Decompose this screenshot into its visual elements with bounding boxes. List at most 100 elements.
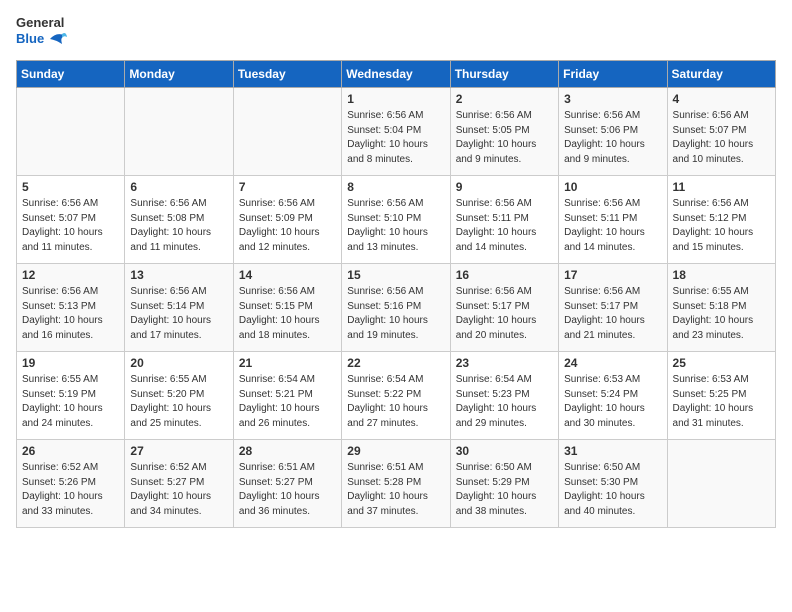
day-info: Sunrise: 6:56 AM Sunset: 5:05 PM Dayligh… (456, 109, 553, 167)
logo-general: General (16, 16, 68, 30)
day-number: 4 (673, 92, 770, 106)
day-info: Sunrise: 6:54 AM Sunset: 5:21 PM Dayligh… (239, 373, 336, 431)
day-info: Sunrise: 6:52 AM Sunset: 5:26 PM Dayligh… (22, 461, 119, 519)
calendar-cell: 2 Sunrise: 6:56 AM Sunset: 5:05 PM Dayli… (450, 88, 558, 176)
day-info: Sunrise: 6:56 AM Sunset: 5:10 PM Dayligh… (347, 197, 444, 255)
calendar-cell: 27 Sunrise: 6:52 AM Sunset: 5:27 PM Dayl… (125, 440, 233, 528)
logo-blue: Blue (16, 30, 68, 48)
day-info: Sunrise: 6:55 AM Sunset: 5:19 PM Dayligh… (22, 373, 119, 431)
day-number: 27 (130, 444, 227, 458)
calendar-cell: 24 Sunrise: 6:53 AM Sunset: 5:24 PM Dayl… (559, 352, 667, 440)
calendar-cell: 5 Sunrise: 6:56 AM Sunset: 5:07 PM Dayli… (17, 176, 125, 264)
day-number: 23 (456, 356, 553, 370)
weekday-header-row: SundayMondayTuesdayWednesdayThursdayFrid… (17, 61, 776, 88)
week-row-2: 5 Sunrise: 6:56 AM Sunset: 5:07 PM Dayli… (17, 176, 776, 264)
day-info: Sunrise: 6:54 AM Sunset: 5:22 PM Dayligh… (347, 373, 444, 431)
calendar-cell: 25 Sunrise: 6:53 AM Sunset: 5:25 PM Dayl… (667, 352, 775, 440)
calendar-cell: 8 Sunrise: 6:56 AM Sunset: 5:10 PM Dayli… (342, 176, 450, 264)
day-info: Sunrise: 6:51 AM Sunset: 5:27 PM Dayligh… (239, 461, 336, 519)
day-number: 7 (239, 180, 336, 194)
day-number: 31 (564, 444, 661, 458)
day-number: 12 (22, 268, 119, 282)
day-info: Sunrise: 6:56 AM Sunset: 5:06 PM Dayligh… (564, 109, 661, 167)
day-number: 5 (22, 180, 119, 194)
day-info: Sunrise: 6:56 AM Sunset: 5:07 PM Dayligh… (673, 109, 770, 167)
day-number: 20 (130, 356, 227, 370)
day-number: 10 (564, 180, 661, 194)
calendar-cell: 17 Sunrise: 6:56 AM Sunset: 5:17 PM Dayl… (559, 264, 667, 352)
day-info: Sunrise: 6:56 AM Sunset: 5:07 PM Dayligh… (22, 197, 119, 255)
day-number: 2 (456, 92, 553, 106)
day-info: Sunrise: 6:56 AM Sunset: 5:08 PM Dayligh… (130, 197, 227, 255)
calendar-cell: 16 Sunrise: 6:56 AM Sunset: 5:17 PM Dayl… (450, 264, 558, 352)
day-number: 22 (347, 356, 444, 370)
calendar-table: SundayMondayTuesdayWednesdayThursdayFrid… (16, 60, 776, 528)
calendar-cell: 4 Sunrise: 6:56 AM Sunset: 5:07 PM Dayli… (667, 88, 775, 176)
weekday-header-saturday: Saturday (667, 61, 775, 88)
day-number: 11 (673, 180, 770, 194)
calendar-cell: 14 Sunrise: 6:56 AM Sunset: 5:15 PM Dayl… (233, 264, 341, 352)
day-info: Sunrise: 6:55 AM Sunset: 5:20 PM Dayligh… (130, 373, 227, 431)
day-number: 15 (347, 268, 444, 282)
day-info: Sunrise: 6:56 AM Sunset: 5:15 PM Dayligh… (239, 285, 336, 343)
calendar-cell: 12 Sunrise: 6:56 AM Sunset: 5:13 PM Dayl… (17, 264, 125, 352)
logo: General Blue (16, 16, 68, 48)
calendar-cell: 13 Sunrise: 6:56 AM Sunset: 5:14 PM Dayl… (125, 264, 233, 352)
calendar-cell: 1 Sunrise: 6:56 AM Sunset: 5:04 PM Dayli… (342, 88, 450, 176)
calendar-cell: 3 Sunrise: 6:56 AM Sunset: 5:06 PM Dayli… (559, 88, 667, 176)
week-row-3: 12 Sunrise: 6:56 AM Sunset: 5:13 PM Dayl… (17, 264, 776, 352)
calendar-cell: 20 Sunrise: 6:55 AM Sunset: 5:20 PM Dayl… (125, 352, 233, 440)
day-info: Sunrise: 6:56 AM Sunset: 5:12 PM Dayligh… (673, 197, 770, 255)
weekday-header-tuesday: Tuesday (233, 61, 341, 88)
calendar-cell: 9 Sunrise: 6:56 AM Sunset: 5:11 PM Dayli… (450, 176, 558, 264)
page-header: General Blue (16, 16, 776, 48)
calendar-cell: 10 Sunrise: 6:56 AM Sunset: 5:11 PM Dayl… (559, 176, 667, 264)
day-info: Sunrise: 6:56 AM Sunset: 5:17 PM Dayligh… (456, 285, 553, 343)
day-number: 21 (239, 356, 336, 370)
calendar-cell (125, 88, 233, 176)
day-number: 24 (564, 356, 661, 370)
calendar-cell: 19 Sunrise: 6:55 AM Sunset: 5:19 PM Dayl… (17, 352, 125, 440)
week-row-5: 26 Sunrise: 6:52 AM Sunset: 5:26 PM Dayl… (17, 440, 776, 528)
weekday-header-sunday: Sunday (17, 61, 125, 88)
day-number: 18 (673, 268, 770, 282)
day-number: 9 (456, 180, 553, 194)
day-number: 1 (347, 92, 444, 106)
calendar-cell: 15 Sunrise: 6:56 AM Sunset: 5:16 PM Dayl… (342, 264, 450, 352)
calendar-cell (17, 88, 125, 176)
weekday-header-friday: Friday (559, 61, 667, 88)
calendar-cell: 22 Sunrise: 6:54 AM Sunset: 5:22 PM Dayl… (342, 352, 450, 440)
day-info: Sunrise: 6:53 AM Sunset: 5:24 PM Dayligh… (564, 373, 661, 431)
day-info: Sunrise: 6:56 AM Sunset: 5:04 PM Dayligh… (347, 109, 444, 167)
day-number: 30 (456, 444, 553, 458)
day-number: 29 (347, 444, 444, 458)
day-info: Sunrise: 6:56 AM Sunset: 5:16 PM Dayligh… (347, 285, 444, 343)
day-number: 6 (130, 180, 227, 194)
calendar-cell: 11 Sunrise: 6:56 AM Sunset: 5:12 PM Dayl… (667, 176, 775, 264)
day-info: Sunrise: 6:50 AM Sunset: 5:30 PM Dayligh… (564, 461, 661, 519)
day-info: Sunrise: 6:56 AM Sunset: 5:14 PM Dayligh… (130, 285, 227, 343)
day-info: Sunrise: 6:56 AM Sunset: 5:13 PM Dayligh… (22, 285, 119, 343)
day-info: Sunrise: 6:56 AM Sunset: 5:11 PM Dayligh… (564, 197, 661, 255)
calendar-cell: 6 Sunrise: 6:56 AM Sunset: 5:08 PM Dayli… (125, 176, 233, 264)
day-info: Sunrise: 6:50 AM Sunset: 5:29 PM Dayligh… (456, 461, 553, 519)
day-number: 8 (347, 180, 444, 194)
day-number: 28 (239, 444, 336, 458)
day-info: Sunrise: 6:51 AM Sunset: 5:28 PM Dayligh… (347, 461, 444, 519)
calendar-cell: 23 Sunrise: 6:54 AM Sunset: 5:23 PM Dayl… (450, 352, 558, 440)
calendar-cell: 28 Sunrise: 6:51 AM Sunset: 5:27 PM Dayl… (233, 440, 341, 528)
day-number: 14 (239, 268, 336, 282)
calendar-cell: 30 Sunrise: 6:50 AM Sunset: 5:29 PM Dayl… (450, 440, 558, 528)
day-info: Sunrise: 6:55 AM Sunset: 5:18 PM Dayligh… (673, 285, 770, 343)
calendar-cell: 26 Sunrise: 6:52 AM Sunset: 5:26 PM Dayl… (17, 440, 125, 528)
weekday-header-thursday: Thursday (450, 61, 558, 88)
day-info: Sunrise: 6:56 AM Sunset: 5:17 PM Dayligh… (564, 285, 661, 343)
calendar-cell: 29 Sunrise: 6:51 AM Sunset: 5:28 PM Dayl… (342, 440, 450, 528)
logo-image: General Blue (16, 16, 68, 48)
week-row-4: 19 Sunrise: 6:55 AM Sunset: 5:19 PM Dayl… (17, 352, 776, 440)
calendar-cell: 31 Sunrise: 6:50 AM Sunset: 5:30 PM Dayl… (559, 440, 667, 528)
weekday-header-wednesday: Wednesday (342, 61, 450, 88)
day-info: Sunrise: 6:56 AM Sunset: 5:09 PM Dayligh… (239, 197, 336, 255)
calendar-cell: 7 Sunrise: 6:56 AM Sunset: 5:09 PM Dayli… (233, 176, 341, 264)
day-number: 16 (456, 268, 553, 282)
